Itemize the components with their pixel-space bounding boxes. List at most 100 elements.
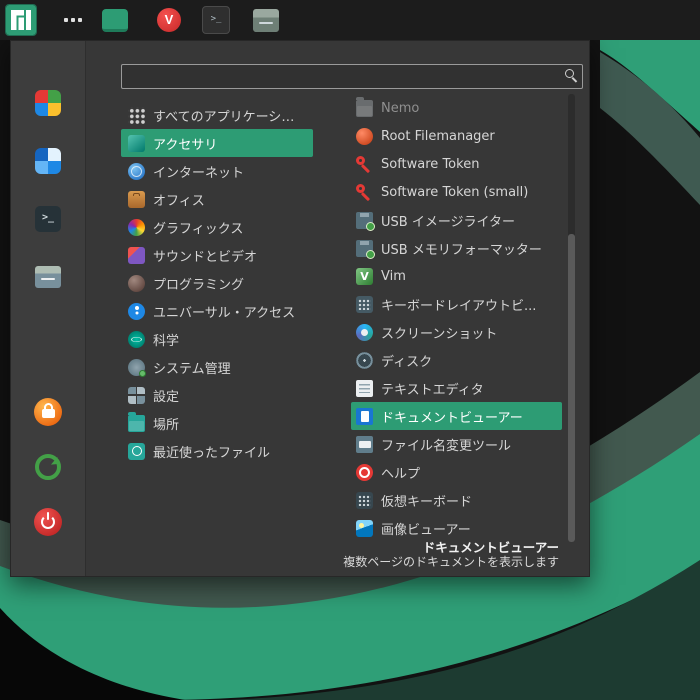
category-list: すべてのアプリケーション アクセサリ インターネット オフィス グラフィックス … — [121, 101, 313, 465]
folder-icon — [356, 100, 373, 117]
category-label: 設定 — [153, 386, 179, 405]
places-folder-icon — [128, 415, 145, 432]
sidebar-terminal-button[interactable] — [24, 197, 72, 241]
file-cabinet-icon — [253, 9, 279, 32]
app-keyboard-layout-viewer[interactable]: キーボードレイアウトビ... — [351, 290, 562, 318]
vivaldi-icon — [157, 8, 181, 32]
vivaldi-launcher[interactable] — [156, 7, 182, 33]
top-panel — [0, 0, 700, 40]
app-file-rename-tool[interactable]: ファイル名変更ツール — [351, 430, 562, 458]
app-image-viewer[interactable]: 画像ビューアー — [351, 514, 562, 542]
app-text-editor[interactable]: テキストエディタ — [351, 374, 562, 402]
selection-footer: ドキュメントビューアー 複数ページのドキュメントを表示します — [343, 540, 559, 570]
category-label: 科学 — [153, 330, 179, 349]
app-label: USB メモリフォーマッター — [381, 239, 542, 258]
category-recent[interactable]: 最近使ったファイル — [121, 437, 313, 465]
app-label: Software Token — [381, 157, 479, 172]
internet-globe-icon — [128, 163, 145, 180]
category-label: オフィス — [153, 190, 205, 209]
app-document-viewer[interactable]: ドキュメントビューアー — [351, 402, 562, 430]
usb-stick-icon — [356, 212, 373, 229]
window-buttons-launcher[interactable] — [60, 7, 86, 33]
search-icon — [565, 69, 574, 78]
category-multimedia[interactable]: サウンドとビデオ — [121, 241, 313, 269]
log-out-button[interactable] — [24, 445, 72, 489]
category-label: すべてのアプリケーション — [153, 106, 307, 125]
logout-arrow-icon — [35, 454, 61, 480]
app-label: Root Filemanager — [381, 129, 495, 144]
desktop-launcher[interactable] — [100, 5, 130, 35]
app-label: ディスク — [381, 351, 432, 370]
category-internet[interactable]: インターネット — [121, 157, 313, 185]
app-label: USB イメージライター — [381, 211, 515, 230]
app-label: スクリーンショット — [381, 323, 497, 342]
sidebar-software-button[interactable] — [24, 139, 72, 183]
category-label: アクセサリ — [153, 134, 217, 153]
text-editor-icon — [356, 380, 373, 397]
app-screenshot[interactable]: スクリーンショット — [351, 318, 562, 346]
all-applications-icon — [128, 107, 145, 124]
category-label: サウンドとビデオ — [153, 246, 257, 265]
accessibility-icon — [128, 303, 145, 320]
app-help[interactable]: ヘルプ — [351, 458, 562, 486]
desktop: すべてのアプリケーション アクセサリ インターネット オフィス グラフィックス … — [0, 0, 700, 700]
selected-app-title: ドキュメントビューアー — [343, 540, 559, 555]
category-programming[interactable]: プログラミング — [121, 269, 313, 297]
camera-aperture-icon — [356, 324, 373, 341]
category-office[interactable]: オフィス — [121, 185, 313, 213]
key-icon — [356, 184, 373, 201]
keyboard-icon — [356, 296, 373, 313]
sidebar-applications-button[interactable] — [24, 81, 72, 125]
category-all-applications[interactable]: すべてのアプリケーション — [121, 101, 313, 129]
lock-screen-button[interactable] — [24, 390, 72, 434]
graphics-palette-icon — [128, 219, 145, 236]
application-list: Nemo Root Filemanager Software Token Sof… — [351, 94, 562, 542]
app-usb-formatter[interactable]: USB メモリフォーマッター — [351, 234, 562, 262]
shut-down-button[interactable] — [24, 500, 72, 544]
app-label: キーボードレイアウトビ... — [381, 295, 536, 314]
category-settings[interactable]: 設定 — [121, 381, 313, 409]
category-label: 最近使ったファイル — [153, 442, 270, 461]
app-label: ファイル名変更ツール — [381, 435, 511, 454]
app-root-filemanager[interactable]: Root Filemanager — [351, 122, 562, 150]
file-manager-launcher[interactable] — [252, 6, 280, 34]
category-places[interactable]: 場所 — [121, 409, 313, 437]
category-science[interactable]: 科学 — [121, 325, 313, 353]
app-label: 仮想キーボード — [381, 491, 472, 510]
category-label: インターネット — [153, 162, 244, 181]
science-atom-icon — [128, 331, 145, 348]
power-icon — [34, 508, 62, 536]
category-label: ユニバーサル・アクセス — [153, 302, 295, 321]
search-box — [121, 64, 583, 89]
sidebar-file-manager-button[interactable] — [24, 255, 72, 299]
keyboard-icon — [356, 492, 373, 509]
app-label: Nemo — [381, 101, 419, 116]
app-software-token-small[interactable]: Software Token (small) — [351, 178, 562, 206]
apps-scrollbar-thumb[interactable] — [568, 234, 575, 542]
app-label: ヘルプ — [381, 463, 420, 482]
root-filemanager-icon — [356, 128, 373, 145]
terminal-launcher[interactable] — [202, 6, 230, 34]
app-disks[interactable]: ディスク — [351, 346, 562, 374]
app-nemo[interactable]: Nemo — [351, 94, 562, 122]
search-input[interactable] — [121, 64, 583, 89]
office-briefcase-icon — [128, 191, 145, 208]
file-drawer-icon — [35, 266, 61, 288]
category-system[interactable]: システム管理 — [121, 353, 313, 381]
key-icon — [356, 156, 373, 173]
category-accessories[interactable]: アクセサリ — [121, 129, 313, 157]
menu-button[interactable] — [6, 5, 36, 35]
app-vim[interactable]: Vim — [351, 262, 562, 290]
app-usb-image-writer[interactable]: USB イメージライター — [351, 206, 562, 234]
category-universal-access[interactable]: ユニバーサル・アクセス — [121, 297, 313, 325]
apps-scrollbar[interactable] — [568, 94, 575, 542]
sidebar-session-group — [24, 390, 72, 544]
system-gear-icon — [128, 359, 145, 376]
recent-files-icon — [128, 443, 145, 460]
category-graphics[interactable]: グラフィックス — [121, 213, 313, 241]
accessories-icon — [128, 135, 145, 152]
settings-grid-icon — [128, 387, 145, 404]
app-software-token[interactable]: Software Token — [351, 150, 562, 178]
disk-icon — [356, 352, 373, 369]
app-virtual-keyboard[interactable]: 仮想キーボード — [351, 486, 562, 514]
